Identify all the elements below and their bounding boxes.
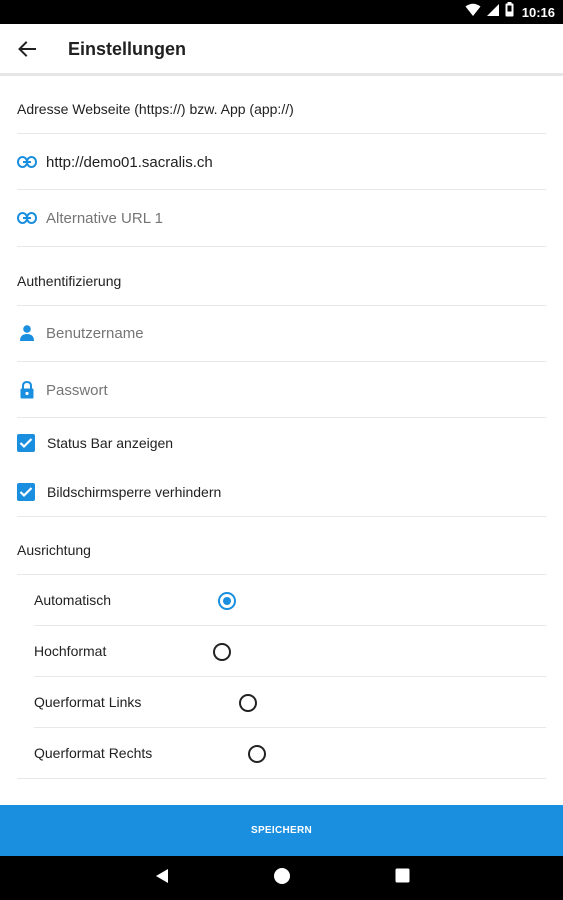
checkmark-icon xyxy=(19,487,33,498)
nav-recents-button[interactable] xyxy=(390,866,414,890)
nav-home-button[interactable] xyxy=(270,866,294,890)
screen-lock-checkbox[interactable] xyxy=(17,483,35,501)
screen-lock-checkbox-row[interactable]: Bildschirmsperre verhindern xyxy=(0,475,563,509)
back-triangle-icon xyxy=(155,868,169,889)
person-icon xyxy=(16,322,38,344)
nav-back-button[interactable] xyxy=(150,866,174,890)
app-bar: Einstellungen xyxy=(0,24,563,76)
radio-button[interactable] xyxy=(248,745,266,763)
status-bar-label: Status Bar anzeigen xyxy=(47,435,174,451)
back-button[interactable] xyxy=(10,34,44,68)
orientation-option-querformat-rechts[interactable]: Querformat Rechts xyxy=(0,729,563,779)
website-section-label: Adresse Webseite (https://) bzw. App (ap… xyxy=(17,101,294,117)
alt-url-placeholder: Alternative URL 1 xyxy=(46,209,163,227)
divider xyxy=(17,516,546,517)
status-bar-checkbox[interactable] xyxy=(17,434,35,452)
divider xyxy=(17,246,546,247)
status-bar-checkbox-row[interactable]: Status Bar anzeigen xyxy=(0,426,563,460)
divider xyxy=(34,727,546,728)
home-circle-icon xyxy=(273,867,291,890)
url-value: http://demo01.sacralis.ch xyxy=(46,153,213,171)
orientation-option-hochformat[interactable]: Hochformat xyxy=(0,627,563,677)
orientation-section-label: Ausrichtung xyxy=(17,542,91,558)
nav-bar xyxy=(0,856,563,900)
orientation-option-querformat-links[interactable]: Querformat Links xyxy=(0,678,563,728)
radio-label: Querformat Rechts xyxy=(34,745,153,761)
status-icons: 10:16 xyxy=(465,2,555,22)
alt-url-field[interactable]: Alternative URL 1 xyxy=(0,198,563,238)
radio-label: Hochformat xyxy=(34,643,107,659)
link-icon xyxy=(16,151,38,173)
save-button[interactable]: SPEICHERN xyxy=(0,805,563,856)
recents-square-icon xyxy=(395,868,410,888)
divider xyxy=(17,778,546,779)
password-placeholder: Passwort xyxy=(46,381,108,399)
link-icon xyxy=(16,207,38,229)
radio-button[interactable] xyxy=(213,643,231,661)
status-time: 10:16 xyxy=(521,4,555,20)
screen-lock-label: Bildschirmsperre verhindern xyxy=(47,484,222,500)
divider xyxy=(17,305,546,306)
divider xyxy=(17,574,546,575)
status-bar: 10:16 xyxy=(0,0,563,24)
radio-button[interactable] xyxy=(239,694,257,712)
divider xyxy=(17,361,546,362)
lock-icon xyxy=(16,379,38,401)
radio-label: Querformat Links xyxy=(34,694,142,710)
divider xyxy=(17,417,546,418)
divider xyxy=(17,133,546,134)
battery-icon xyxy=(505,2,514,22)
checkmark-icon xyxy=(19,438,33,449)
wifi-icon xyxy=(465,3,481,22)
password-field[interactable]: Passwort xyxy=(0,370,563,410)
username-field[interactable]: Benutzername xyxy=(0,313,563,353)
page-title: Einstellungen xyxy=(68,39,187,59)
auth-section-label: Authentifizierung xyxy=(17,273,122,289)
arrow-back-icon xyxy=(18,40,36,62)
orientation-option-automatisch[interactable]: Automatisch xyxy=(0,576,563,626)
url-field[interactable]: http://demo01.sacralis.ch xyxy=(0,142,563,182)
signal-icon xyxy=(486,3,499,22)
username-placeholder: Benutzername xyxy=(46,324,144,342)
divider xyxy=(17,189,546,190)
divider xyxy=(34,625,546,626)
radio-button[interactable] xyxy=(218,592,236,610)
radio-label: Automatisch xyxy=(34,592,112,608)
divider xyxy=(34,676,546,677)
